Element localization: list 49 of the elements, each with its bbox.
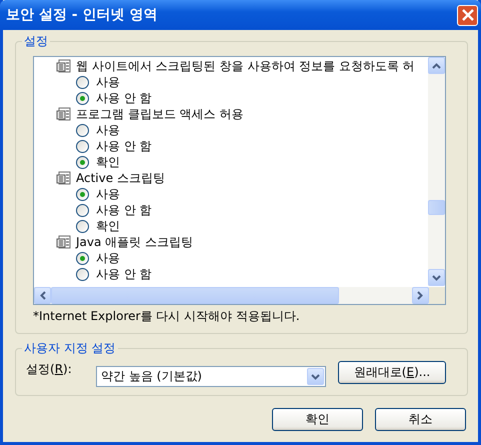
- group-label: 설정: [22, 34, 50, 48]
- close-button[interactable]: [457, 4, 478, 26]
- setting-title: 프로그램 클립보드 액세스 허용: [76, 106, 244, 122]
- settings-icon: [56, 170, 72, 186]
- radio-button[interactable]: [76, 268, 89, 280]
- setting-title: 웹 사이트에서 스크립팅된 창을 사용하여 정보를 요청하도록 허: [76, 58, 415, 74]
- radio-button[interactable]: [76, 188, 89, 200]
- horizontal-scrollbar[interactable]: [34, 287, 445, 304]
- radio-button[interactable]: [76, 220, 89, 232]
- option-label: 사용 안 함: [96, 90, 152, 106]
- scroll-down-button[interactable]: [428, 269, 445, 286]
- scroll-thumb[interactable]: [51, 287, 339, 304]
- scroll-left-button[interactable]: [34, 287, 51, 304]
- radio-button[interactable]: [76, 124, 89, 136]
- scroll-right-button[interactable]: [412, 287, 429, 304]
- group-label: 사용자 지정 설정: [22, 341, 118, 355]
- radio-button[interactable]: [76, 140, 89, 152]
- scroll-up-button[interactable]: [428, 57, 445, 74]
- setting-title: Java 애플릿 스크립팅: [76, 234, 193, 250]
- radio-button[interactable]: [76, 156, 89, 168]
- level-dropdown[interactable]: 약간 높음 (기본값): [96, 366, 326, 387]
- close-icon: [462, 9, 474, 21]
- option-label: 사용: [96, 74, 120, 90]
- vertical-scrollbar[interactable]: [428, 57, 445, 286]
- settings-icon: [56, 58, 72, 74]
- ok-button[interactable]: 확인: [272, 408, 363, 431]
- option-label: 사용: [96, 186, 120, 202]
- option-label: 확인: [96, 218, 120, 234]
- window-title: 보안 설정 - 인터넷 영역: [6, 6, 158, 24]
- scrollbar-corner: [428, 287, 445, 304]
- option-label: 사용 안 함: [96, 138, 152, 154]
- radio-button[interactable]: [76, 252, 89, 264]
- radio-button[interactable]: [76, 92, 89, 104]
- settings-icon: [56, 234, 72, 250]
- option-label: 확인: [96, 154, 120, 170]
- radio-button[interactable]: [76, 204, 89, 216]
- settings-icon: [56, 106, 72, 122]
- cancel-button[interactable]: 취소: [375, 408, 466, 431]
- radio-button[interactable]: [76, 76, 89, 88]
- setting-title: Active 스크립팅: [76, 170, 165, 186]
- option-label: 사용 안 함: [96, 266, 152, 282]
- option-label: 사용 안 함: [96, 202, 152, 218]
- setting-label: 설정(R):: [26, 361, 73, 378]
- settings-list[interactable]: 웹 사이트에서 스크립팅된 창을 사용하여 정보를 요청하도록 허 사용 사용 안 함 프로그램 클립보드 액세스 허용 사용 사용 안 함 확인 Active 스크립팅 사용 사용 안 함 확인 Java 애플릿 스크립팅 사용 사용 안 함: [33, 56, 446, 305]
- option-label: 사용: [96, 122, 120, 138]
- restart-note: *Internet Explorer를 다시 시작해야 적용됩니다.: [33, 308, 301, 325]
- scroll-thumb[interactable]: [428, 200, 445, 215]
- option-label: 사용: [96, 250, 120, 266]
- reset-button[interactable]: 원래대로(E)...: [338, 361, 446, 384]
